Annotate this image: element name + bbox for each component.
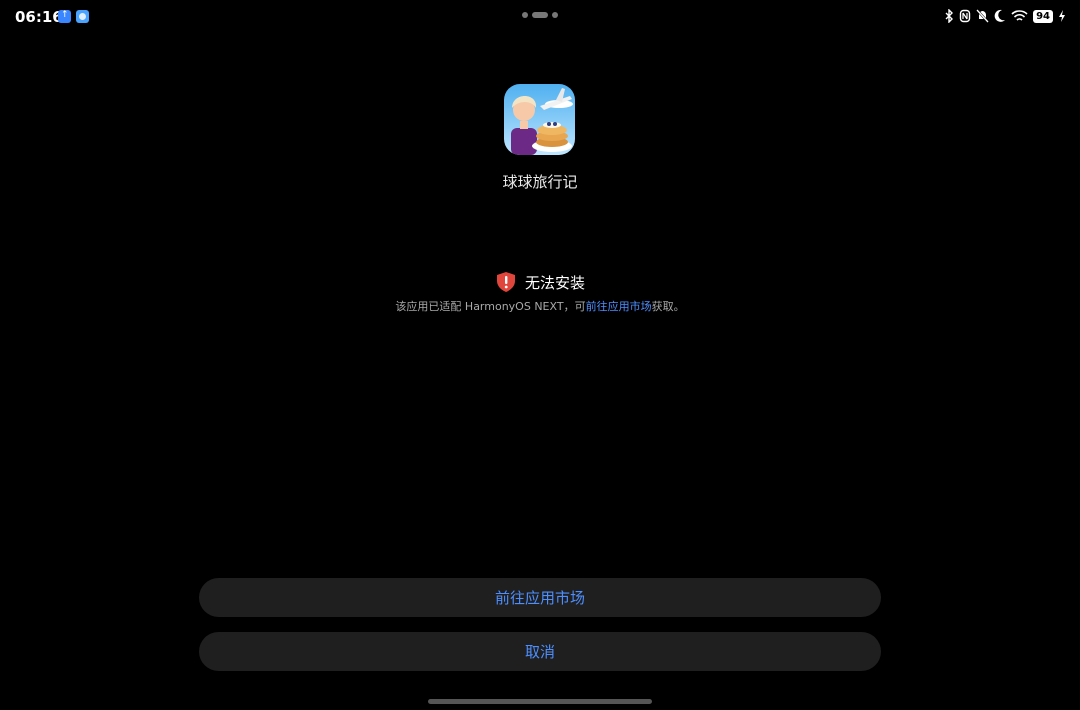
charging-icon [1059, 10, 1065, 22]
bluetooth-icon [945, 9, 954, 23]
cancel-button[interactable]: 取消 [199, 632, 881, 671]
nfc-icon [959, 9, 971, 23]
error-description: 该应用已适配 HarmonyOS NEXT，可前往应用市场获取。 [0, 298, 1080, 314]
go-market-button-label: 前往应用市场 [494, 589, 585, 607]
error-desc-suffix: 获取。 [651, 300, 685, 313]
error-title: 无法安装 [524, 273, 585, 292]
wifi-icon [1011, 10, 1028, 21]
cancel-button-label: 取消 [524, 643, 555, 661]
go-market-button[interactable]: 前往应用市场 [199, 578, 881, 617]
shield-warning-icon [496, 272, 515, 292]
handle-dot-left [522, 12, 528, 18]
moon-icon [994, 9, 1006, 22]
status-bar: 06:16 94 [0, 0, 1080, 34]
upload-icon [58, 10, 71, 23]
multi-window-handle[interactable] [522, 12, 558, 18]
home-indicator[interactable] [428, 699, 652, 704]
handle-pill [532, 12, 548, 18]
clock: 06:16 [15, 8, 63, 26]
app-name: 球球旅行记 [502, 173, 578, 191]
go-market-link[interactable]: 前往应用市场 [586, 300, 652, 313]
error-header: 无法安装 [0, 271, 1080, 293]
mute-icon [976, 9, 989, 23]
system-icons: 94 [944, 9, 1066, 23]
app-game-icon [504, 84, 575, 155]
browser-icon [76, 10, 89, 23]
battery-level: 94 [1033, 9, 1053, 23]
error-desc-prefix: 该应用已适配 HarmonyOS NEXT，可 [395, 300, 586, 313]
handle-dot-right [552, 12, 558, 18]
